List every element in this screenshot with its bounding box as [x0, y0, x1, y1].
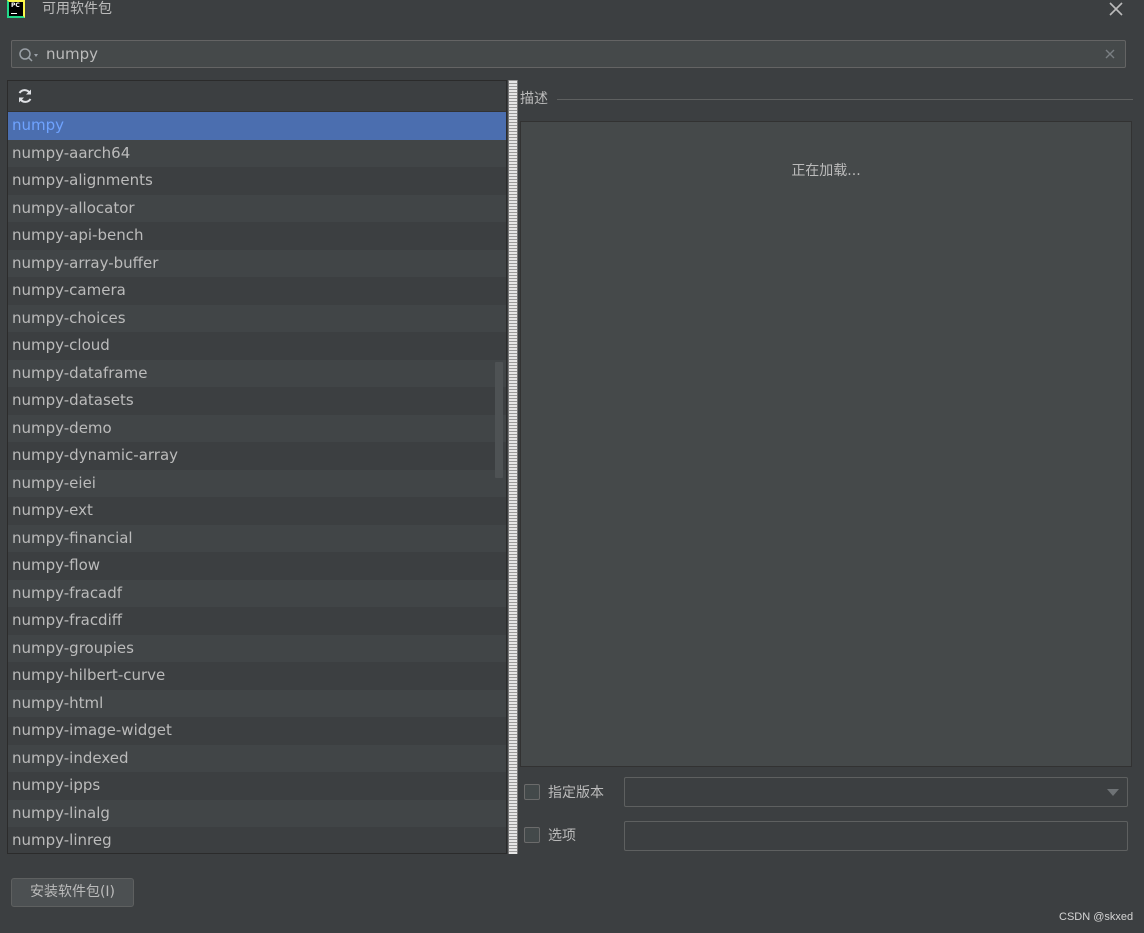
loading-text: 正在加载...: [791, 163, 861, 179]
options-label: 选项: [548, 828, 576, 844]
package-list-item[interactable]: numpy-demo: [8, 414, 506, 442]
package-list-item[interactable]: numpy-dynamic-array: [8, 442, 506, 470]
title-bar: PC 可用软件包: [0, 0, 1144, 22]
clear-icon[interactable]: [1104, 48, 1116, 60]
options-input[interactable]: [624, 821, 1128, 851]
package-list-item[interactable]: numpy-linalg: [8, 799, 506, 827]
refresh-icon[interactable]: [16, 87, 34, 105]
package-list-item[interactable]: numpy-eiei: [8, 469, 506, 497]
watermark: CSDN @skxed: [1059, 911, 1134, 923]
package-list-item[interactable]: numpy-indexed: [8, 744, 506, 772]
close-icon: [1109, 2, 1123, 16]
package-list-item[interactable]: numpy-cloud: [8, 332, 506, 360]
package-list-item[interactable]: numpy-array-buffer: [8, 249, 506, 277]
package-list-item[interactable]: numpy-alignments: [8, 167, 506, 195]
package-list-item[interactable]: numpy-image-widget: [8, 717, 506, 745]
package-list-item[interactable]: numpy-fracdiff: [8, 607, 506, 635]
options-checkbox[interactable]: [524, 827, 540, 843]
package-list-item[interactable]: numpy-choices: [8, 304, 506, 332]
pycharm-logo-icon: PC: [7, 0, 25, 18]
chevron-down-icon: [1107, 789, 1119, 796]
window-title: 可用软件包: [42, 1, 112, 17]
package-list-item[interactable]: numpy-html: [8, 689, 506, 717]
search-input[interactable]: [46, 44, 1086, 64]
package-list-item[interactable]: numpy-dataframe: [8, 359, 506, 387]
package-list-item[interactable]: numpy-financial: [8, 524, 506, 552]
logo-text: PC: [11, 2, 20, 9]
package-list[interactable]: numpy numpy-aarch64 numpy-alignments numpy-…: [8, 112, 506, 853]
package-list-panel: numpy numpy-aarch64 numpy-alignments numpy-…: [7, 80, 507, 854]
specify-version-label: 指定版本: [548, 785, 604, 801]
description-area: 正在加载...: [520, 121, 1132, 767]
close-button[interactable]: [1106, 0, 1126, 20]
package-list-item[interactable]: numpy-ext: [8, 497, 506, 525]
list-toolbar: [8, 81, 506, 112]
package-list-item[interactable]: numpy-ipps: [8, 772, 506, 800]
install-package-button[interactable]: 安装软件包(I): [11, 878, 134, 907]
package-list-item[interactable]: numpy-datasets: [8, 387, 506, 415]
package-list-item[interactable]: numpy-fracadf: [8, 579, 506, 607]
search-box[interactable]: [11, 40, 1126, 68]
specify-version-checkbox[interactable]: [524, 784, 540, 800]
package-list-item[interactable]: numpy: [8, 112, 506, 140]
version-select[interactable]: [624, 777, 1128, 807]
package-list-item[interactable]: numpy-aarch64: [8, 139, 506, 167]
package-list-item[interactable]: numpy-allocator: [8, 194, 506, 222]
package-list-item[interactable]: numpy-linreg: [8, 827, 506, 853]
package-list-item[interactable]: numpy-groupies: [8, 634, 506, 662]
description-divider: [557, 99, 1133, 100]
search-icon[interactable]: [18, 47, 40, 63]
package-list-item[interactable]: numpy-hilbert-curve: [8, 662, 506, 690]
list-scrollbar[interactable]: [495, 362, 503, 478]
splitter-handle[interactable]: [508, 80, 518, 854]
package-list-item[interactable]: numpy-camera: [8, 277, 506, 305]
package-list-item[interactable]: numpy-flow: [8, 552, 506, 580]
package-list-item[interactable]: numpy-api-bench: [8, 222, 506, 250]
description-label: 描述: [520, 91, 548, 107]
